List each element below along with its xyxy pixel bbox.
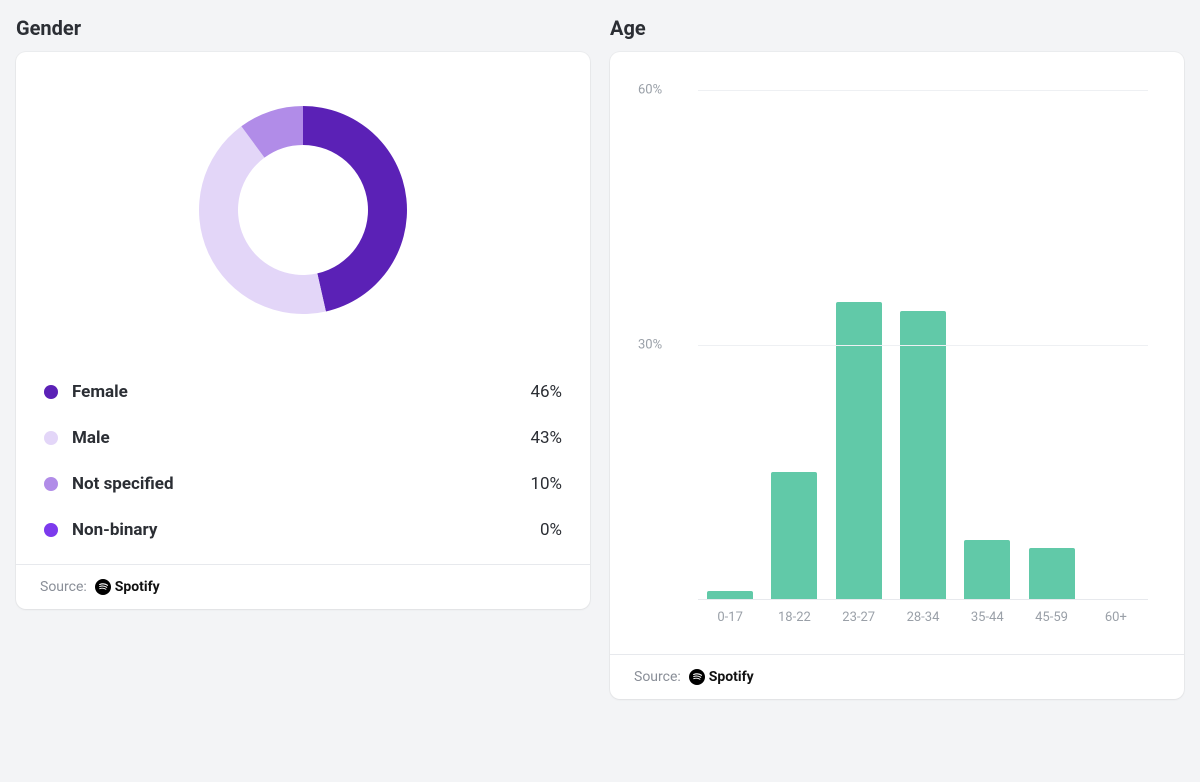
age-card: 0-1718-2223-2728-3435-4445-5960+ 60%30% …	[610, 52, 1184, 699]
x-tick-label: 45-59	[1019, 610, 1083, 625]
bar	[836, 302, 882, 599]
gender-donut-chart	[44, 80, 562, 340]
gender-card: Female 46% Male 43% Not specified 10% Non-bina…	[16, 52, 590, 609]
gender-legend: Female 46% Male 43% Not specified 10% Non-bina…	[44, 372, 562, 550]
legend-label: Not specified	[72, 474, 174, 494]
legend-value: 0%	[540, 520, 562, 540]
age-bar-chart: 0-1718-2223-2728-3435-4445-5960+ 60% 30%	[638, 80, 1156, 640]
legend-label: Non-binary	[72, 520, 157, 540]
legend-row: Female 46%	[44, 372, 562, 412]
gender-card-body: Female 46% Male 43% Not specified 10% Non-bina…	[16, 52, 590, 564]
age-card-body: 0-1718-2223-2728-3435-4445-5960+ 60% 30%	[610, 52, 1184, 654]
age-source-label: Source:	[634, 669, 681, 685]
spotify-logo: Spotify	[95, 579, 160, 595]
age-title: Age	[610, 16, 1184, 40]
x-tick-label: 35-44	[955, 610, 1019, 625]
legend-label: Female	[72, 382, 128, 402]
age-plot-area	[698, 90, 1148, 600]
gender-card-footer: Source: Spotify	[16, 564, 590, 609]
bar	[771, 472, 817, 599]
spotify-icon	[689, 669, 705, 685]
spotify-icon	[95, 579, 111, 595]
legend-swatch	[44, 477, 58, 491]
legend-value: 46%	[530, 382, 562, 402]
donut-svg	[173, 80, 433, 340]
age-section: Age 0-1718-2223-2728-3435-4445-5960+ 60%…	[610, 16, 1184, 699]
x-tick-label: 18-22	[762, 610, 826, 625]
bar	[900, 311, 946, 599]
spotify-logo: Spotify	[689, 669, 754, 685]
legend-row: Not specified 10%	[44, 464, 562, 504]
x-tick-label: 28-34	[891, 610, 955, 625]
legend-swatch	[44, 385, 58, 399]
legend-row: Non-binary 0%	[44, 510, 562, 550]
spotify-name: Spotify	[709, 669, 754, 685]
age-card-footer: Source: Spotify	[610, 654, 1184, 699]
legend-row: Male 43%	[44, 418, 562, 458]
bar	[707, 591, 753, 599]
dashboard-grid: Gender Female46%Male43%Not specified10%N…	[16, 16, 1184, 699]
gender-title: Gender	[16, 16, 590, 40]
y-tick-label: 60%	[638, 83, 662, 98]
legend-swatch	[44, 431, 58, 445]
x-tick-label: 60+	[1084, 610, 1148, 625]
bar	[1029, 548, 1075, 599]
legend-label: Male	[72, 428, 110, 448]
x-tick-label: 23-27	[827, 610, 891, 625]
spotify-name: Spotify	[115, 579, 160, 595]
x-tick-label: 0-17	[698, 610, 762, 625]
legend-swatch	[44, 523, 58, 537]
legend-value: 43%	[530, 428, 562, 448]
gender-section: Gender Female46%Male43%Not specified10%N…	[16, 16, 590, 699]
y-tick-label: 30%	[638, 338, 662, 353]
age-x-labels: 0-1718-2223-2728-3435-4445-5960+	[698, 600, 1148, 640]
y-gridline	[698, 90, 1148, 91]
legend-value: 10%	[530, 474, 562, 494]
gender-source-label: Source:	[40, 579, 87, 595]
y-gridline	[698, 345, 1148, 346]
bar	[964, 540, 1010, 599]
